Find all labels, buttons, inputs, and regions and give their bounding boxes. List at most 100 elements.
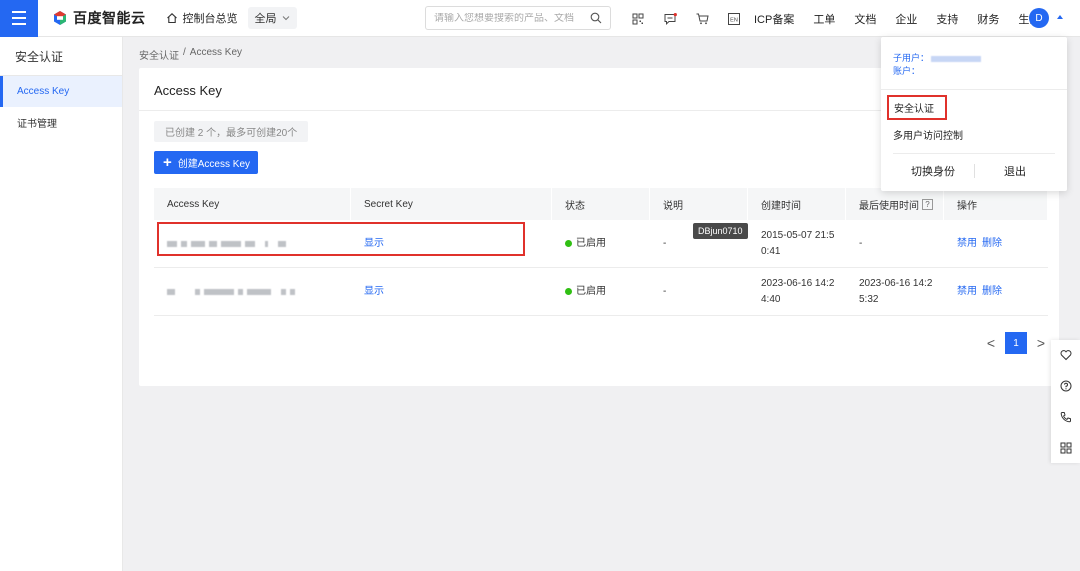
nav-enterprise[interactable]: 企业	[895, 11, 917, 27]
help-icon[interactable]	[1059, 379, 1073, 393]
table-header: Access Key Secret Key 状态 说明 创建时间 最后使用时间 …	[154, 188, 1048, 220]
show-secret-link[interactable]: 显示	[364, 284, 384, 300]
user-info: 子用户： 账户：	[893, 52, 982, 78]
hamburger-menu-button[interactable]	[0, 0, 38, 37]
description-cell: -	[663, 285, 667, 297]
nav-docs[interactable]: 文档	[854, 11, 876, 27]
created-time-line: 2023-06-16 14:2	[761, 277, 835, 289]
masked-access-key	[167, 240, 286, 247]
sidebar-item-access-key[interactable]: Access Key	[0, 76, 122, 107]
access-key-cell	[154, 268, 351, 316]
breadcrumb-parent[interactable]: 安全认证	[139, 47, 179, 62]
masked-subuser	[931, 55, 982, 62]
breadcrumb: 安全认证 / Access Key	[139, 47, 242, 62]
access-key-cell	[154, 220, 351, 268]
masked-access-key	[167, 288, 295, 295]
status-badge: 已启用	[565, 236, 606, 252]
sidebar-title: 安全认证	[0, 37, 122, 76]
column-header-created: 创建时间	[748, 188, 846, 220]
logout-button[interactable]: 退出	[1004, 163, 1026, 179]
delete-button[interactable]: 删除	[982, 236, 1002, 252]
prev-page-button[interactable]: <	[985, 335, 997, 351]
logo-mark-icon	[54, 11, 66, 25]
nav-support[interactable]: 支持	[936, 11, 958, 27]
breadcrumb-separator: /	[183, 47, 186, 58]
created-time-line: 0:41	[761, 245, 781, 257]
menu-line	[12, 17, 26, 19]
subuser-label: 子用户：	[893, 53, 930, 63]
secret-key-cell: 显示	[351, 220, 552, 268]
switch-identity-button[interactable]: 切换身份	[911, 163, 955, 179]
heart-icon[interactable]	[1059, 348, 1073, 362]
table-row: 显示 已启用 - 2023-06-16 14:2 4:40 2023-06-16 …	[154, 268, 1048, 316]
create-access-key-label: 创建Access Key	[177, 159, 251, 170]
page-1-button[interactable]: 1	[1005, 332, 1027, 354]
user-dropdown: 子用户： 账户： 安全认证 多用户访问控制 切换身份 退出	[881, 37, 1067, 191]
page-title: Access Key	[154, 83, 222, 98]
home-icon	[166, 13, 177, 24]
apps-icon[interactable]	[1059, 441, 1073, 455]
status-badge: 已启用	[565, 284, 606, 300]
nav-icp[interactable]: ICP备案	[754, 11, 794, 27]
qrcode-icon[interactable]	[630, 11, 646, 27]
show-secret-link[interactable]: 显示	[364, 236, 384, 252]
sidebar: 安全认证 Access Key 证书管理	[0, 37, 123, 571]
console-overview-link[interactable]: 控制台总览	[166, 10, 238, 26]
breadcrumb-current: Access Key	[189, 47, 243, 58]
phone-icon[interactable]	[1059, 410, 1073, 424]
column-header-access-key: Access Key	[154, 188, 351, 220]
divider	[881, 89, 1067, 90]
column-header-actions: 操作	[944, 188, 1048, 220]
last-used-line: -	[859, 237, 863, 249]
create-access-key-button[interactable]: + 创建Access Key	[154, 151, 259, 174]
sidebar-item-label: Access Key	[17, 86, 70, 97]
last-used-line: 2023-06-16 14:2	[859, 277, 933, 289]
status-cell: 已启用	[552, 268, 650, 316]
search-box	[425, 6, 611, 30]
quota-notice: 已创建 2 个，最多可创建20个	[154, 121, 309, 142]
region-selector[interactable]: 全局	[247, 7, 297, 29]
divider	[974, 164, 975, 178]
logo[interactable]: 百度智能云	[52, 8, 146, 28]
last-used-cell: 2023-06-16 14:2 5:32	[846, 268, 944, 316]
region-label: 全局	[254, 13, 277, 25]
column-header-status: 状态	[552, 188, 650, 220]
account-label: 账户：	[893, 66, 921, 76]
cart-icon[interactable]	[694, 11, 710, 27]
language-label: EN	[730, 17, 738, 23]
created-time-line: 2015-05-07 21:5	[761, 229, 835, 241]
multi-user-access-menu-item[interactable]: 多用户访问控制	[893, 127, 963, 142]
sidebar-item-label: 证书管理	[17, 119, 57, 130]
caret-up-icon	[1057, 15, 1063, 19]
actions-cell: 禁用 删除	[944, 268, 1048, 316]
chevron-down-icon	[282, 16, 289, 21]
disable-button[interactable]: 禁用	[957, 236, 977, 252]
logo-text: 百度智能云	[73, 10, 146, 26]
column-header-last-used-label: 最后使用时间	[859, 200, 919, 212]
nav-ticket[interactable]: 工单	[813, 11, 835, 27]
divider	[893, 153, 1055, 154]
disable-button[interactable]: 禁用	[957, 284, 977, 300]
float-toolbar	[1051, 340, 1080, 463]
menu-line	[12, 23, 26, 25]
secret-key-cell: 显示	[351, 268, 552, 316]
search-input[interactable]	[434, 12, 584, 24]
security-auth-menu-item[interactable]: 安全认证	[887, 95, 947, 120]
table-row: 显示 已启用 - 2015-05-07 21:5 0:41 - 禁用 删除	[154, 220, 1048, 268]
help-icon[interactable]: ?	[922, 198, 933, 210]
created-time-cell: 2015-05-07 21:5 0:41	[748, 220, 846, 268]
avatar[interactable]: D	[1029, 8, 1049, 28]
delete-button[interactable]: 删除	[982, 284, 1002, 300]
plus-icon: +	[163, 154, 172, 171]
message-icon[interactable]	[662, 11, 678, 27]
status-dot-icon	[565, 240, 572, 247]
column-header-last-used: 最后使用时间 ?	[846, 188, 944, 220]
next-page-button[interactable]: >	[1035, 335, 1047, 351]
last-used-line: 5:32	[859, 293, 879, 305]
actions-cell: 禁用 删除	[944, 220, 1048, 268]
sidebar-item-certificates[interactable]: 证书管理	[0, 107, 122, 138]
nav-finance[interactable]: 财务	[977, 11, 999, 27]
search-icon[interactable]	[590, 12, 602, 24]
language-icon[interactable]: EN	[726, 11, 742, 27]
status-dot-icon	[565, 288, 572, 295]
